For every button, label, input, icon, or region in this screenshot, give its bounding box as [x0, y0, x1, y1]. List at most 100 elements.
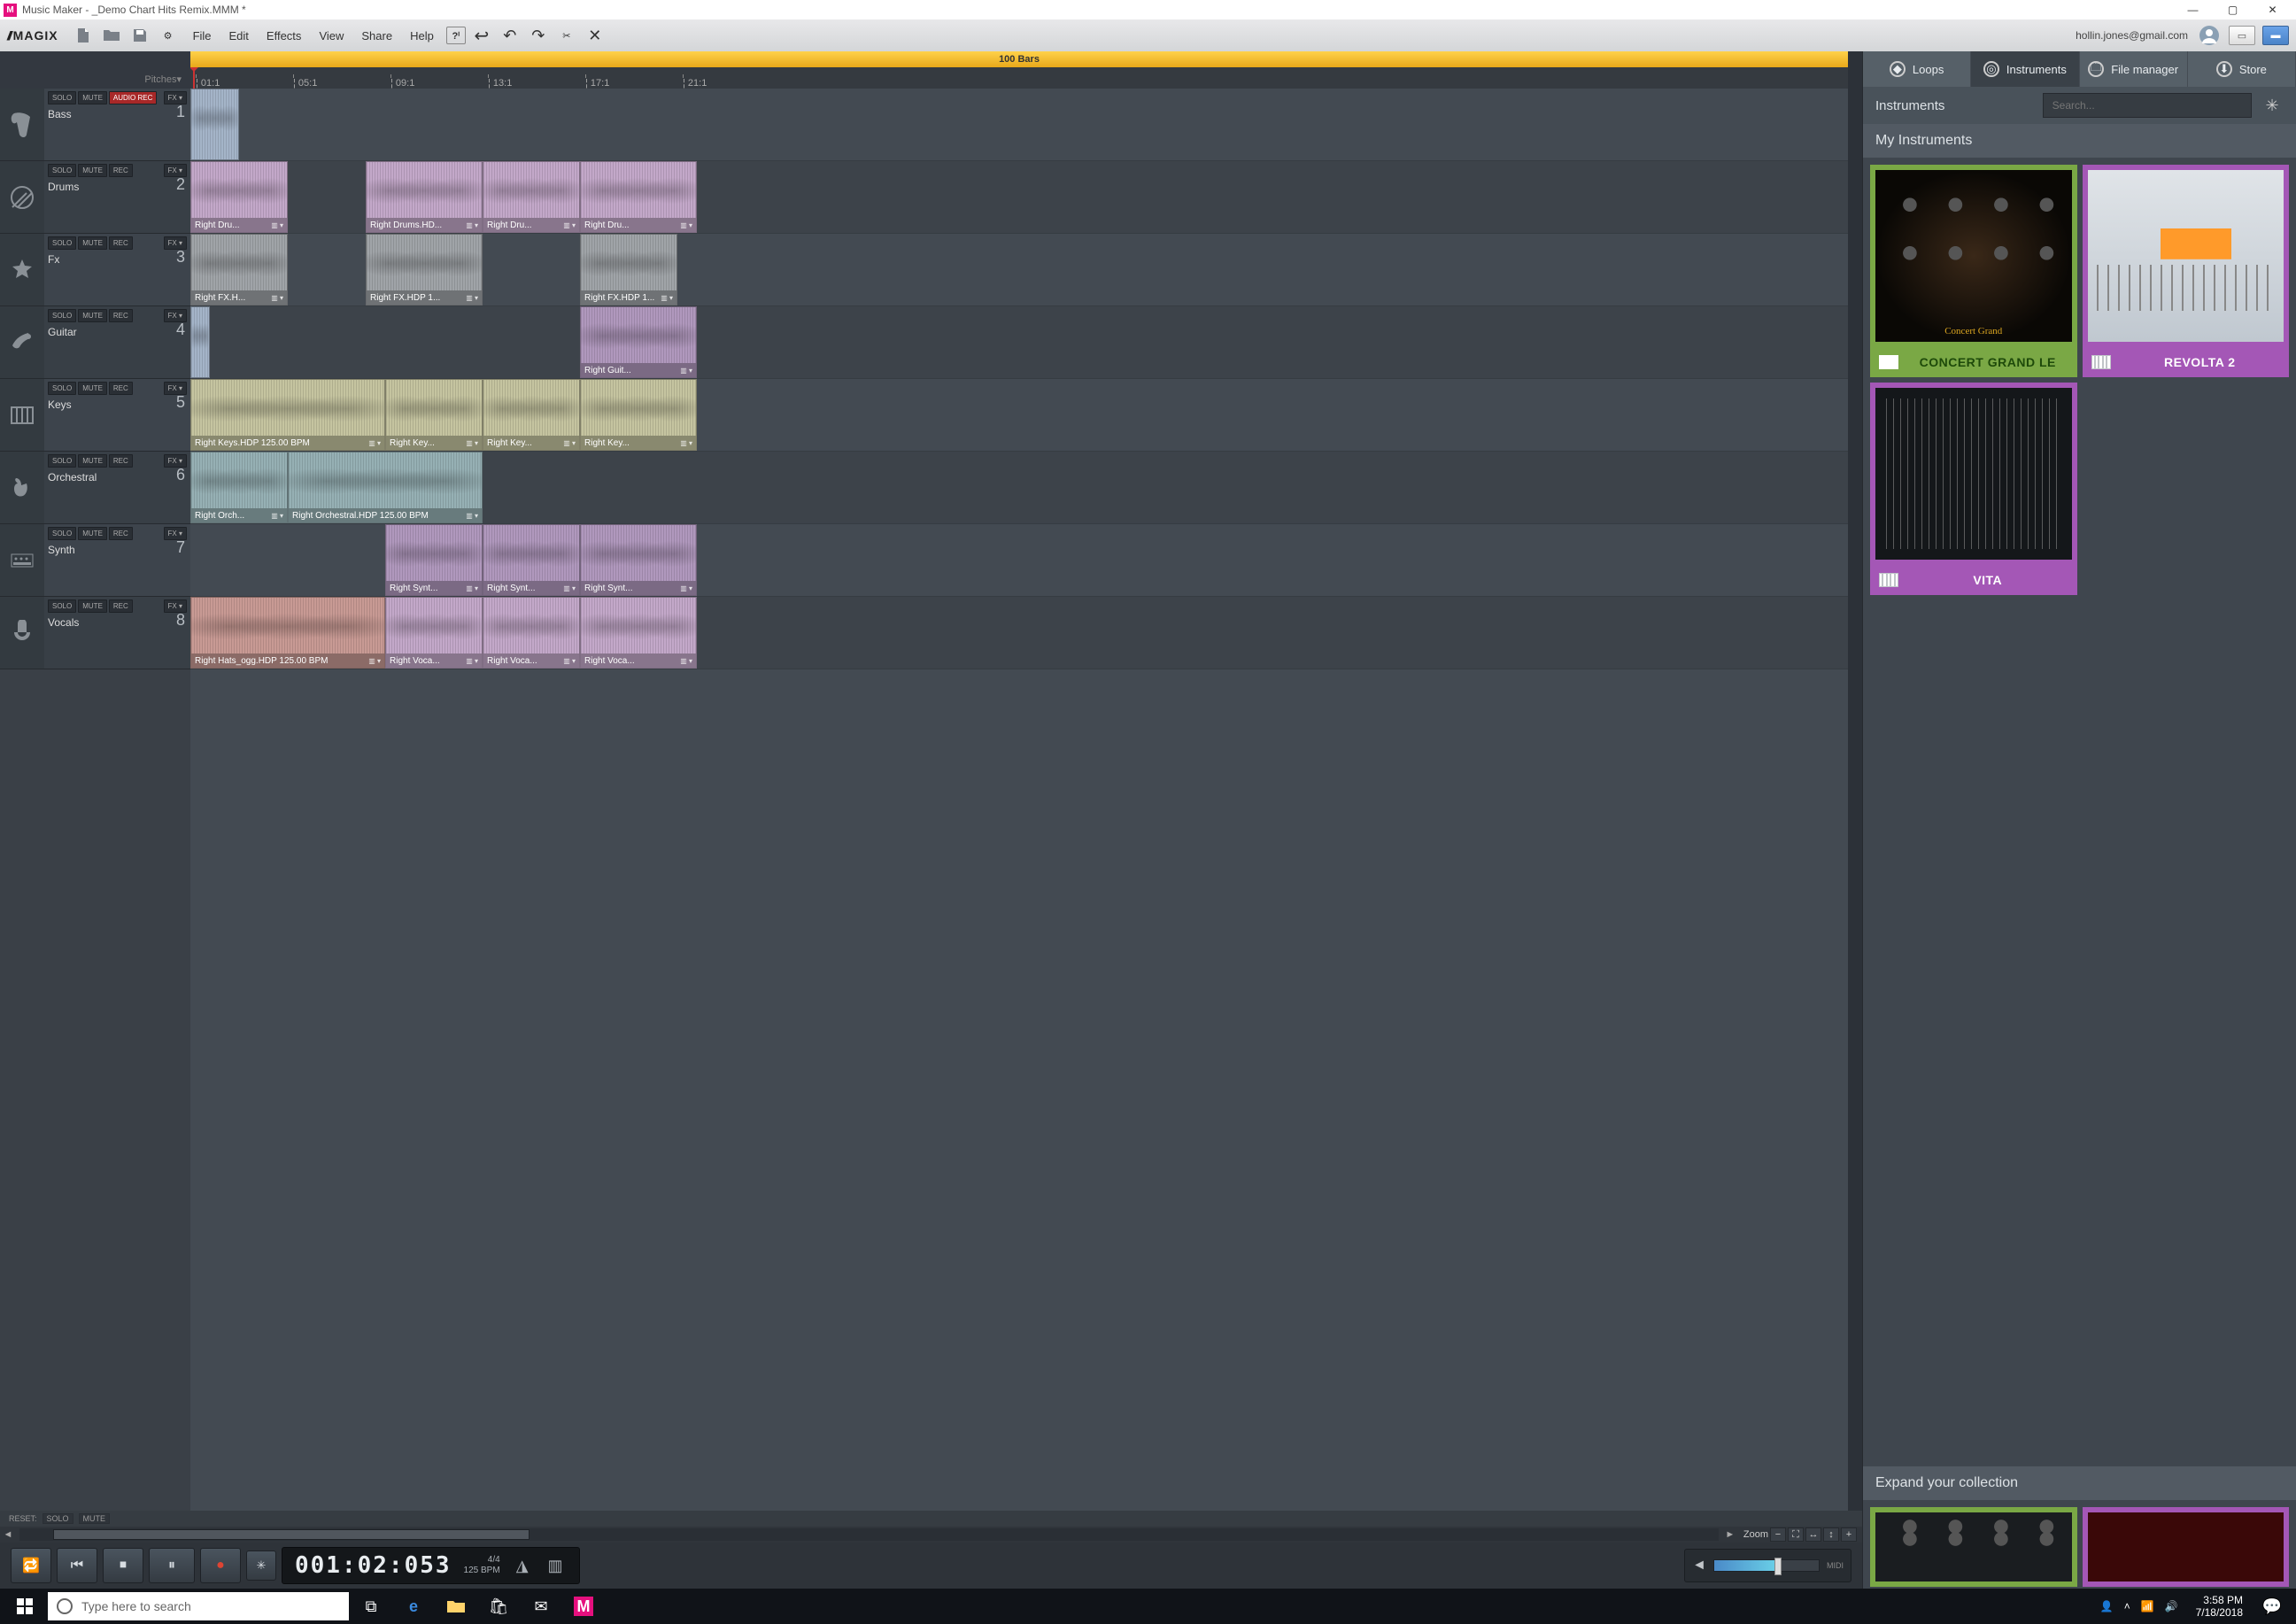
audio-clip[interactable]: Right FX.HDP 1...▥ ▾	[366, 234, 483, 305]
pause-button[interactable]: ⏸	[149, 1548, 195, 1583]
audio-clip[interactable]: Right Keys.HDP 125.00 BPM▥ ▾	[190, 379, 385, 451]
track-mute-button[interactable]: MUTE	[78, 454, 107, 468]
track-name-label[interactable]: Orchestral	[48, 471, 187, 483]
track-name-label[interactable]: Fx	[48, 253, 187, 266]
track-mute-button[interactable]: MUTE	[78, 91, 107, 104]
track-rec-button[interactable]: REC	[109, 527, 133, 540]
hscroll-left-arrow[interactable]: ◄	[0, 1529, 16, 1540]
skip-back-button[interactable]: ⏮	[57, 1548, 97, 1583]
track-mute-button[interactable]: MUTE	[78, 382, 107, 395]
track-instrument-icon[interactable]	[0, 306, 44, 378]
track-header-guitar[interactable]: SOLO MUTE REC FX ▾ Guitar 4	[0, 306, 190, 379]
clip-row[interactable]: Right Orch...▥ ▾Right Orchestral.HDP 125…	[190, 452, 1848, 524]
track-rec-button[interactable]: REC	[109, 164, 133, 177]
pitches-label[interactable]: Pitches ▾	[0, 51, 190, 89]
loop-toggle-icon[interactable]: ↩	[469, 23, 494, 48]
side-settings-gear-icon[interactable]: ✳	[2261, 94, 2284, 117]
clip-row[interactable]: Right Synt...▥ ▾Right Synt...▥ ▾Right Sy…	[190, 524, 1848, 597]
clip-row[interactable]: Right FX.H...▥ ▾Right FX.HDP 1...▥ ▾Righ…	[190, 234, 1848, 306]
track-instrument-icon[interactable]	[0, 524, 44, 596]
window-close-button[interactable]: ✕	[2253, 0, 2292, 19]
menu-help[interactable]: Help	[401, 29, 443, 43]
system-tray[interactable]: 👤 ˄ 📶 🔊	[2091, 1600, 2187, 1612]
track-header-fx[interactable]: SOLO MUTE REC FX ▾ Fx 3	[0, 234, 190, 306]
expand-card[interactable]	[1870, 1507, 2077, 1587]
track-mute-button[interactable]: MUTE	[78, 164, 107, 177]
audio-clip[interactable]	[190, 306, 210, 378]
time-signature[interactable]: 4/4	[488, 1555, 500, 1566]
track-instrument-icon[interactable]	[0, 89, 44, 160]
clip-row[interactable]: Right Keys.HDP 125.00 BPM▥ ▾ Right Key...…	[190, 379, 1848, 452]
notifications-icon[interactable]: 💬	[2252, 1589, 2292, 1624]
menu-effects[interactable]: Effects	[258, 29, 311, 43]
playhead-cursor[interactable]	[193, 67, 195, 89]
audio-clip[interactable]: Right Voca...▥ ▾	[580, 597, 697, 669]
zoom-out-button[interactable]: −	[1770, 1527, 1786, 1542]
audio-clip[interactable]	[190, 89, 239, 160]
new-file-icon[interactable]	[71, 23, 96, 48]
audio-clip[interactable]: Right Key...▥ ▾	[483, 379, 580, 451]
audio-clip[interactable]: Right Synt...▥ ▾	[483, 524, 580, 596]
start-button[interactable]	[4, 1589, 46, 1624]
taskbar-search[interactable]: Type here to search	[48, 1592, 349, 1620]
timecode[interactable]: 001:02:053	[295, 1552, 452, 1579]
audio-clip[interactable]: Right Dru...▥ ▾	[580, 161, 697, 233]
timeline-ruler[interactable]: 100 Bars ¦ 01:1¦ 05:1¦ 09:1¦ 13:1¦ 17:1¦…	[190, 51, 1848, 89]
settings-gear-icon[interactable]: ⚙	[156, 23, 181, 48]
track-solo-button[interactable]: SOLO	[48, 599, 76, 613]
track-instrument-icon[interactable]	[0, 452, 44, 523]
menu-view[interactable]: View	[310, 29, 352, 43]
audio-clip[interactable]: Right FX.HDP 1...▥ ▾	[580, 234, 677, 305]
track-header-bass[interactable]: SOLO MUTE AUDIO REC FX ▾ Bass 1	[0, 89, 190, 161]
track-solo-button[interactable]: SOLO	[48, 454, 76, 468]
track-instrument-icon[interactable]	[0, 161, 44, 233]
window-maximize-button[interactable]: ▢	[2213, 0, 2253, 19]
microsoft-store-icon[interactable]: 🛍	[478, 1589, 519, 1624]
search-input[interactable]	[2043, 93, 2252, 118]
view-mode-compact-button[interactable]: ▭	[2229, 26, 2255, 45]
track-header-synth[interactable]: SOLO MUTE REC FX ▾ Synth 7	[0, 524, 190, 597]
track-name-label[interactable]: Bass	[48, 108, 187, 120]
clip-row[interactable]: Right Hats_ogg.HDP 125.00 BPM▥ ▾ Right Vo…	[190, 597, 1848, 669]
audio-clip[interactable]: Right Synt...▥ ▾	[580, 524, 697, 596]
track-name-label[interactable]: Keys	[48, 398, 187, 411]
record-button[interactable]: ●	[200, 1548, 241, 1583]
file-explorer-icon[interactable]	[436, 1589, 476, 1624]
track-header-vocals[interactable]: SOLO MUTE REC FX ▾ Vocals 8	[0, 597, 190, 669]
cut-scissors-icon[interactable]: ✂	[554, 23, 579, 48]
track-mute-button[interactable]: MUTE	[78, 309, 107, 322]
help-info-icon[interactable]: ?ⁱ	[446, 27, 466, 44]
track-rec-button[interactable]: REC	[109, 309, 133, 322]
track-instrument-icon[interactable]	[0, 234, 44, 305]
zoom-fit-button[interactable]: ⛶	[1788, 1527, 1804, 1542]
track-rec-button[interactable]: REC	[109, 599, 133, 613]
track-instrument-icon[interactable]	[0, 379, 44, 451]
volume-speaker-icon[interactable]: ◄	[1692, 1558, 1706, 1574]
account-email[interactable]: hollin.jones@gmail.com	[2076, 29, 2188, 42]
track-audiorec-button[interactable]: AUDIO REC	[109, 91, 157, 104]
track-solo-button[interactable]: SOLO	[48, 236, 76, 250]
tray-expand-icon[interactable]: ˄	[2124, 1600, 2130, 1612]
track-solo-button[interactable]: SOLO	[48, 527, 76, 540]
audio-clip[interactable]: Right Drums.HD...▥ ▾	[366, 161, 483, 233]
audio-clip[interactable]: Right Hats_ogg.HDP 125.00 BPM▥ ▾	[190, 597, 385, 669]
menu-edit[interactable]: Edit	[220, 29, 258, 43]
stop-button[interactable]: ⏹	[103, 1548, 143, 1583]
track-header-drums[interactable]: SOLO MUTE REC FX ▾ Drums 2	[0, 161, 190, 234]
loop-button[interactable]: 🔁	[11, 1548, 51, 1583]
zoom-in-button[interactable]: +	[1841, 1527, 1857, 1542]
track-header-keys[interactable]: SOLO MUTE REC FX ▾ Keys 5	[0, 379, 190, 452]
audio-clip[interactable]: Right Synt...▥ ▾	[385, 524, 483, 596]
tab-instruments[interactable]: ◎Instruments	[1971, 51, 2079, 87]
window-minimize-button[interactable]: —	[2173, 0, 2213, 19]
open-folder-icon[interactable]	[99, 23, 124, 48]
expand-card[interactable]	[2083, 1507, 2290, 1587]
network-icon[interactable]: 📶	[2141, 1600, 2154, 1612]
audio-clip[interactable]: Right Orch...▥ ▾	[190, 452, 288, 523]
audio-clip[interactable]: Right Guit...▥ ▾	[580, 306, 697, 378]
clip-row[interactable]	[190, 89, 1848, 161]
instrument-card-concert-grand-le[interactable]: CONCERT GRAND LE	[1870, 165, 2077, 377]
audio-clip[interactable]: Right Voca...▥ ▾	[483, 597, 580, 669]
instrument-card-vita[interactable]: VITA	[1870, 383, 2077, 595]
track-instrument-icon[interactable]	[0, 597, 44, 669]
